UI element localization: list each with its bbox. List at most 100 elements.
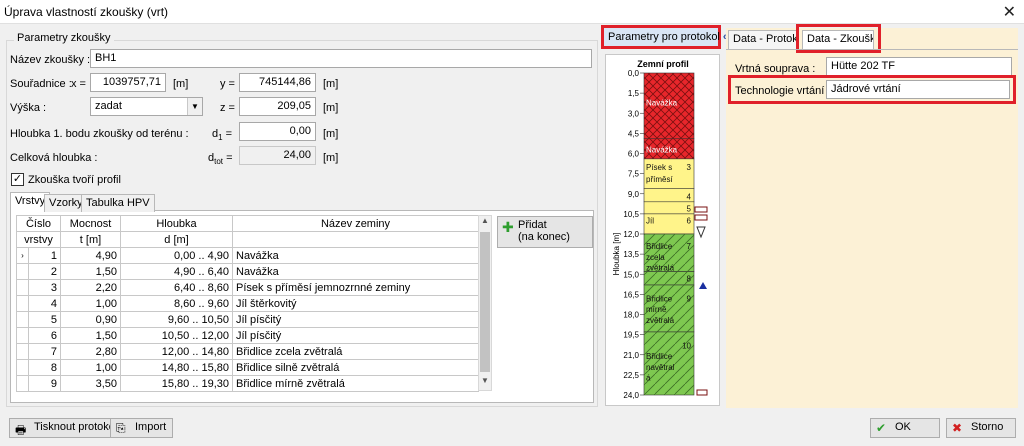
table-row[interactable]: 4 1,00 8,60 .. 9,60 Jíl štěrkovitý (16, 295, 479, 312)
height-mode-select[interactable]: zadat ▼ (90, 97, 203, 116)
col-header-soil[interactable]: Název zeminy (232, 215, 479, 232)
cell-soil-name[interactable]: Navážka (232, 247, 479, 264)
d1-field[interactable]: 0,00 (239, 122, 316, 141)
profile-layer-label: Jíl (646, 217, 654, 226)
cell-soil-name[interactable]: Břidlice mírně zvětralá (232, 375, 479, 392)
cell-depth[interactable]: 6,40 .. 8,60 (120, 279, 233, 296)
cell-thickness[interactable]: 3,50 (60, 375, 121, 392)
cell-depth[interactable]: 15,80 .. 19,30 (120, 375, 233, 392)
cell-no[interactable]: 7 (28, 343, 61, 360)
close-icon[interactable]: ✕ (1003, 2, 1016, 22)
table-row[interactable]: 5 0,90 9,60 .. 10,50 Jíl písčitý (16, 311, 479, 328)
tab-hpv[interactable]: Tabulka HPV (81, 194, 155, 212)
name-field[interactable]: BH1 (90, 49, 592, 68)
cell-soil-name[interactable]: Jíl štěrkovitý (232, 295, 479, 312)
cell-depth[interactable]: 14,80 .. 15,80 (120, 359, 233, 376)
cell-soil-name[interactable]: Navážka (232, 263, 479, 280)
cell-depth[interactable]: 10,50 .. 12,00 (120, 327, 233, 344)
tab-data-protocol[interactable]: Data - Protokol (728, 30, 798, 49)
cell-no[interactable]: 6 (28, 327, 61, 344)
cell-no[interactable]: 8 (28, 359, 61, 376)
cell-depth[interactable]: 12,00 .. 14,80 (120, 343, 233, 360)
cell-soil-name[interactable]: Jíl písčitý (232, 311, 479, 328)
x-field[interactable]: 1039757,71 (90, 73, 166, 92)
scroll-down-icon[interactable]: ▼ (479, 376, 491, 390)
cell-thickness[interactable]: 1,50 (60, 263, 121, 280)
z-unit: [m] (323, 102, 339, 114)
protocol-params-header[interactable]: Parametry pro protokol« (601, 25, 729, 49)
profile-layer-label: Břidlice (646, 242, 673, 251)
cell-soil-name[interactable]: Břidlice silně zvětralá (232, 359, 479, 376)
import-button[interactable]: ⎘ Import (110, 418, 174, 438)
technology-label: Technologie vrtání : (735, 85, 831, 97)
table-row[interactable]: 3 2,20 6,40 .. 8,60 Písek s příměsí jemnozr… (16, 279, 479, 296)
cell-soil-name[interactable]: Břidlice zcela zvětralá (232, 343, 479, 360)
row-marker[interactable] (16, 343, 29, 360)
profile-layer-label: Navážka (646, 145, 678, 154)
soil-profile-chart: Zemní profil Hloubka [m] 0,0 1,5 3,0 4,5 6,0… (612, 59, 708, 400)
y-field[interactable]: 745144,86 (239, 73, 316, 92)
cell-depth[interactable]: 9,60 .. 10,50 (120, 311, 233, 328)
profile-layer-label: Navážka (646, 99, 678, 108)
cell-thickness[interactable]: 0,90 (60, 311, 121, 328)
profile-layer-number: 10 (682, 341, 691, 350)
row-marker[interactable] (16, 375, 29, 392)
row-marker[interactable] (16, 311, 29, 328)
scroll-up-icon[interactable]: ▲ (479, 216, 491, 230)
profile-tick-label: 22,5 (623, 371, 639, 380)
table-header-row-1: Číslo Mocnost Hloubka Název zeminy (16, 215, 479, 232)
table-row[interactable]: › 1 4,90 0,00 .. 4,90 Navážka (16, 247, 479, 264)
cell-thickness[interactable]: 1,00 (60, 359, 121, 376)
technology-field[interactable]: Jádrové vrtání (826, 80, 1010, 99)
table-row[interactable]: 7 2,80 12,00 .. 14,80 Břidlice zcela zvětra… (16, 343, 479, 360)
row-marker[interactable]: › (16, 247, 29, 264)
cell-depth[interactable]: 8,60 .. 9,60 (120, 295, 233, 312)
table-row[interactable]: 2 1,50 4,90 .. 6,40 Navážka (16, 263, 479, 280)
col-header-thickness[interactable]: Mocnost (60, 215, 121, 232)
cell-no[interactable]: 1 (28, 247, 61, 264)
col-header-depth[interactable]: Hloubka (120, 215, 233, 232)
row-marker[interactable] (16, 327, 29, 344)
rig-field[interactable]: Hütte 202 TF (826, 57, 1012, 76)
cell-thickness[interactable]: 2,80 (60, 343, 121, 360)
cell-thickness[interactable]: 1,00 (60, 295, 121, 312)
profile-checkbox-label: Zkouška tvoří profil (28, 174, 121, 186)
table-scrollbar[interactable]: ▲ ▼ (478, 215, 492, 391)
printer-icon: 🖶 (15, 423, 27, 437)
cell-soil-name[interactable]: Jíl písčitý (232, 327, 479, 344)
cancel-button[interactable]: ✖ Storno (946, 418, 1016, 438)
col-header-no[interactable]: Číslo (16, 215, 61, 232)
row-marker[interactable] (16, 263, 29, 280)
profile-tick-label: 3,0 (628, 109, 640, 118)
ok-button[interactable]: ✔ OK (870, 418, 940, 438)
cell-no[interactable]: 3 (28, 279, 61, 296)
row-marker[interactable] (16, 295, 29, 312)
profile-layer-label: Břidlice (646, 352, 673, 361)
table-row[interactable]: 8 1,00 14,80 .. 15,80 Břidlice silně zvětra… (16, 359, 479, 376)
row-marker[interactable] (16, 279, 29, 296)
profile-checkbox[interactable]: ✓ (11, 173, 24, 186)
profile-layer-label: zvětralá (646, 264, 675, 273)
z-field[interactable]: 209,05 (239, 97, 316, 116)
cell-thickness[interactable]: 2,20 (60, 279, 121, 296)
table-row[interactable]: 6 1,50 10,50 .. 12,00 Jíl písčitý (16, 327, 479, 344)
add-layer-line1: Přidat (518, 219, 547, 231)
profile-layer-number: 9 (687, 294, 692, 303)
cell-thickness[interactable]: 4,90 (60, 247, 121, 264)
row-marker[interactable] (16, 359, 29, 376)
chevron-down-icon[interactable]: ▼ (187, 98, 202, 115)
table-row[interactable]: 9 3,50 15,80 .. 19,30 Břidlice mírně zvětra… (16, 375, 479, 392)
add-layer-button[interactable]: ✚ Přidat (na konec) (497, 216, 593, 248)
cell-no[interactable]: 9 (28, 375, 61, 392)
cell-no[interactable]: 2 (28, 263, 61, 280)
cell-depth[interactable]: 0,00 .. 4,90 (120, 247, 233, 264)
print-protocol-button[interactable]: 🖶 Tisknout protokol (9, 418, 125, 438)
cell-depth[interactable]: 4,90 .. 6,40 (120, 263, 233, 280)
cell-no[interactable]: 5 (28, 311, 61, 328)
cell-soil-name[interactable]: Písek s příměsí jemnozrnné zeminy (232, 279, 479, 296)
cell-thickness[interactable]: 1,50 (60, 327, 121, 344)
cell-no[interactable]: 4 (28, 295, 61, 312)
scroll-thumb[interactable] (480, 232, 490, 372)
water-level-icon (696, 226, 706, 239)
height-mode-value: zadat (95, 100, 122, 112)
